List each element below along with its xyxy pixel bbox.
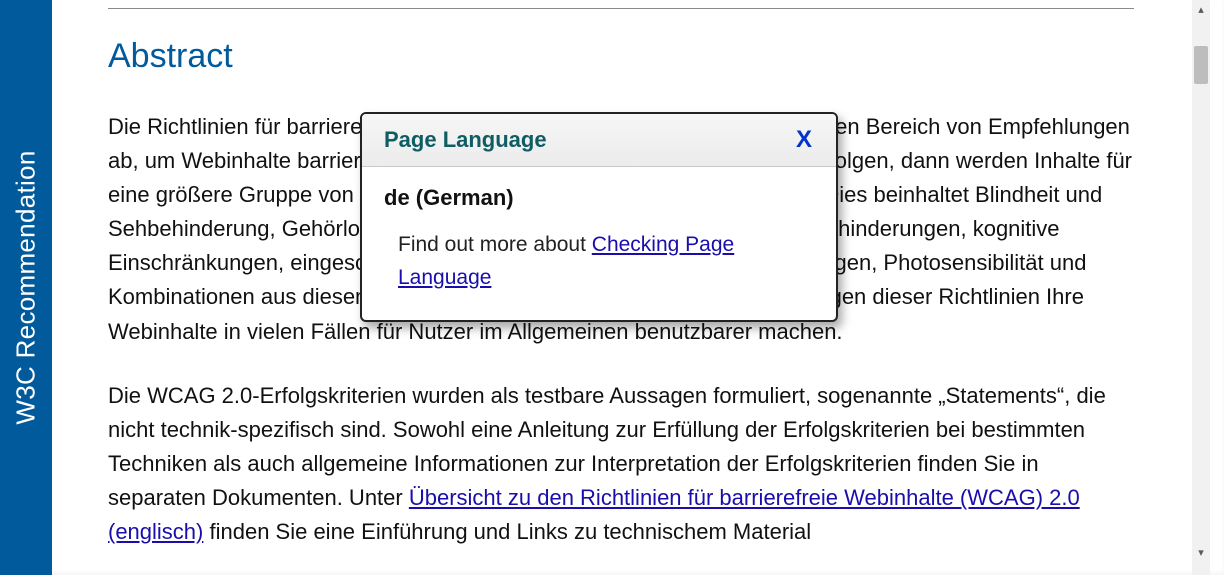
- scrollbar-corner: [1192, 561, 1210, 575]
- dialog-body: de (German) Find out more about Checking…: [362, 167, 836, 320]
- sidebar-label: W3C Recommendation: [11, 150, 42, 424]
- dialog-desc-pre: Find out more about: [398, 233, 592, 256]
- dialog-header: Page Language X: [362, 114, 836, 167]
- paragraph2-post: finden Sie eine Einführung und Links zu …: [203, 519, 811, 544]
- sidebar-badge: W3C Recommendation: [0, 0, 52, 575]
- close-button[interactable]: X: [792, 126, 816, 154]
- dialog-description: Find out more about Checking Page Langua…: [384, 229, 814, 294]
- abstract-heading: Abstract: [108, 37, 1134, 76]
- page-language-dialog: Page Language X de (German) Find out mor…: [360, 112, 838, 322]
- scroll-down-arrow-icon[interactable]: ▾: [1192, 543, 1210, 561]
- document-viewport: W3C Recommendation Abstract Die Richtlin…: [0, 0, 1224, 575]
- abstract-paragraph-2: Die WCAG 2.0-Erfolgskriterien wurden als…: [108, 379, 1134, 549]
- vertical-scrollbar[interactable]: ▴ ▾: [1192, 0, 1210, 561]
- scroll-up-arrow-icon[interactable]: ▴: [1192, 0, 1210, 18]
- page-language-value: de (German): [384, 185, 814, 211]
- scroll-thumb[interactable]: [1194, 46, 1208, 84]
- dialog-title: Page Language: [384, 127, 547, 153]
- top-rule: [108, 8, 1134, 9]
